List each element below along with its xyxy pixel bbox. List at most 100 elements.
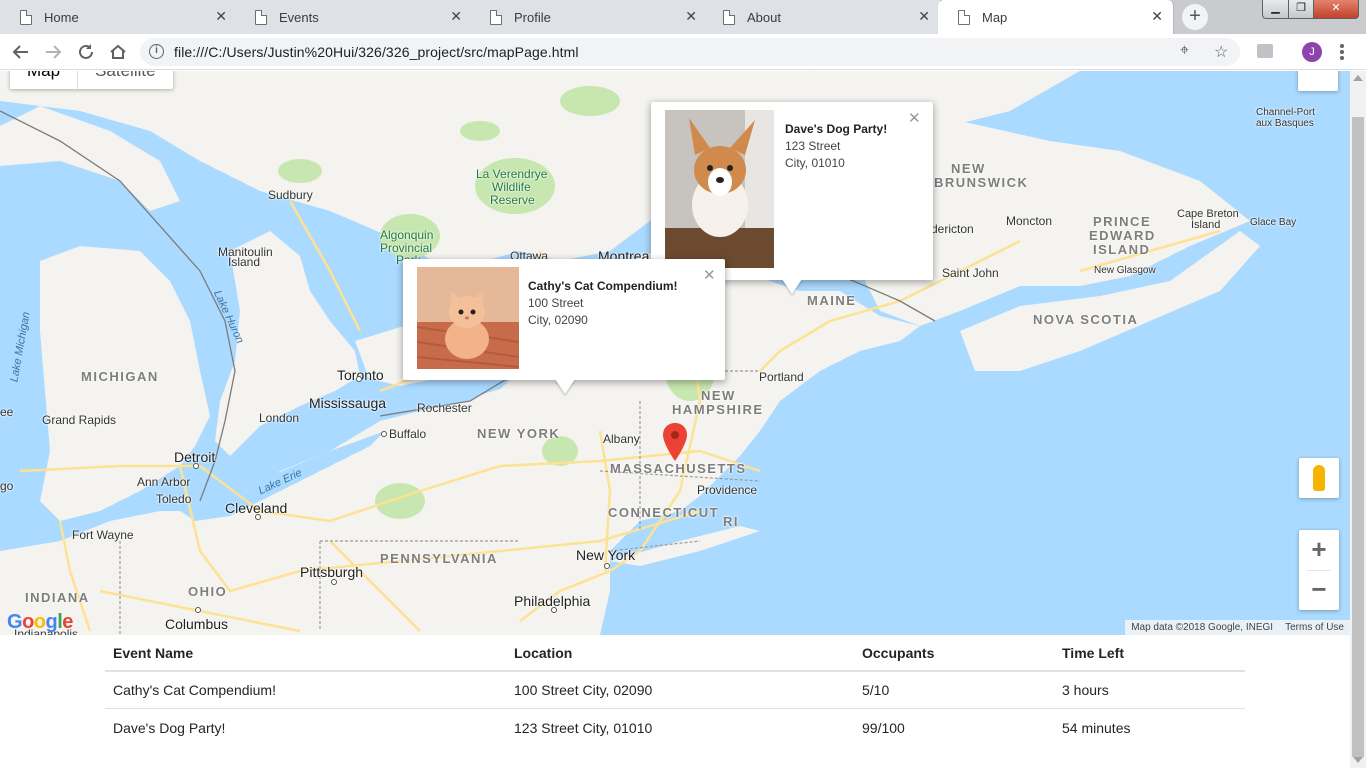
map-label-new-york: NEW YORK [477,426,561,441]
map-label-maine: MAINE [807,293,857,308]
tab-events[interactable]: Events ✕ [235,0,473,34]
attribution-text: Map data ©2018 Google, INEGI [1131,622,1274,633]
star-icon[interactable]: ☆ [1214,42,1228,62]
city-dot [356,376,362,382]
back-button[interactable] [8,39,34,65]
close-icon[interactable]: ✕ [215,8,227,25]
table-row[interactable]: Dave's Dog Party! 123 Street City, 01010… [105,709,1245,746]
three-dots-icon[interactable] [1340,44,1344,62]
map-label-fragment: go [0,479,14,493]
map-label-moncton: Moncton [1006,214,1053,228]
page-scrollbar[interactable] [1350,71,1366,768]
address-bar[interactable]: i file:///C:/Users/Justin%20Hui/326/326_… [140,38,1240,66]
info-window-city: City, 01010 [785,156,845,170]
map-type-map-button[interactable]: Map [10,71,79,89]
scrollbar-thumb[interactable] [1352,117,1364,757]
map-label-pei: ISLAND [1093,242,1151,257]
events-table: Event Name Location Occupants Time Left … [105,635,1245,746]
info-window-tail [555,379,575,394]
map-label-fragment: ee [0,405,14,419]
map-label-mississauga: Mississauga [309,395,387,411]
table-row[interactable]: Cathy's Cat Compendium! 100 Street City,… [105,672,1245,709]
close-icon[interactable]: ✕ [450,8,462,25]
city-dot [604,563,610,569]
tab-about[interactable]: About ✕ [703,0,941,34]
map-label-new-brunswick: BRUNSWICK [934,175,1029,190]
map-label-manitoulin: Island [228,255,261,269]
map-label-channel-port: Channel-Port [1256,107,1315,118]
map-label-saint-john: Saint John [942,266,999,280]
map-label-new-hampshire: NEW [701,388,736,403]
new-tab-button[interactable]: + [1182,4,1208,30]
map-label-fredericton: dericton [931,222,974,236]
cell-event-name: Cathy's Cat Compendium! [113,682,276,698]
arrow-left-icon [12,45,28,59]
map-label-ohio: OHIO [188,584,228,599]
map-label-pittsburgh: Pittsburgh [300,564,364,580]
map-label-nova-scotia: NOVA SCOTIA [1033,312,1139,327]
column-header-location: Location [514,644,573,661]
city-dot [551,607,557,613]
arrow-right-icon [46,45,62,59]
close-icon[interactable]: ✕ [1151,8,1163,25]
cell-event-name: Dave's Dog Party! [113,719,226,736]
zoom-out-button[interactable]: − [1299,570,1339,610]
tab-title: Map [982,9,1008,25]
map-label-ri: RI [723,514,739,529]
close-icon[interactable]: ✕ [918,8,930,25]
info-window-cathy: ✕ Cathy's Cat Compendium! 100 Street Cit… [403,259,725,394]
map-label-verendrye: La Verendrye [476,167,548,181]
info-window-title: Dave's Dog Party! [785,122,888,136]
map-label-pennsylvania: PENNSYLVANIA [380,551,498,566]
map-type-satellite-button[interactable]: Satellite [78,71,172,89]
tab-map[interactable]: Map ✕ [938,0,1174,34]
extension-icon[interactable] [1257,44,1273,58]
cell-location: 100 Street City, 02090 [514,682,653,698]
maximize-button[interactable]: ❐ [1288,0,1314,19]
minimize-button[interactable]: ▁ [1262,0,1289,19]
close-icon[interactable]: ✕ [685,8,697,25]
info-icon[interactable]: i [149,44,164,59]
tab-title: Events [279,9,319,25]
zoom-in-button[interactable]: + [1299,530,1339,570]
tab-title: Home [44,9,79,25]
map-label-providence: Providence [697,483,758,497]
window-close-button[interactable]: ✕ [1313,0,1359,19]
location-target-icon[interactable]: ⌖ [1180,42,1189,60]
reload-button[interactable] [73,39,99,65]
terms-of-use-link[interactable]: Terms of Use [1279,620,1350,635]
info-window-tail [782,279,802,294]
cell-time-left: 3 hours [1062,682,1109,698]
page-icon [958,9,970,25]
tab-profile[interactable]: Profile ✕ [470,0,708,34]
map-label-portland: Portland [759,370,804,384]
info-window-dave: ✕ Dave's Dog Party! 123 Street City, 010… [651,102,933,294]
map-canvas[interactable]: MICHIGAN OHIO INDIANA PENNSYLVANIA NEW Y… [0,71,1350,635]
home-button[interactable] [105,39,131,65]
close-icon[interactable]: ✕ [908,109,921,127]
zoom-control: + − [1299,530,1339,610]
close-icon[interactable]: ✕ [703,266,716,284]
fullscreen-button[interactable] [1298,71,1338,91]
column-header-occupants: Occupants [862,644,935,661]
map-label-buffalo: Buffalo [389,427,427,441]
map-label-grand-rapids: Grand Rapids [42,413,117,427]
scroll-down-arrow-icon[interactable] [1353,757,1363,763]
browser-toolbar: i file:///C:/Users/Justin%20Hui/326/326_… [0,34,1366,70]
page-icon [20,9,32,25]
map-label-toledo: Toledo [156,492,192,506]
browser-tab-strip: Home ✕ Events ✕ Profile ✕ About ✕ Map ✕ … [0,0,1366,34]
street-view-pegman-button[interactable] [1299,458,1339,498]
page-icon [255,9,267,25]
scroll-up-arrow-icon[interactable] [1353,75,1363,81]
map-label-albany: Albany [603,432,640,446]
url-text[interactable]: file:///C:/Users/Justin%20Hui/326/326_pr… [174,44,579,60]
tab-home[interactable]: Home ✕ [0,0,238,34]
forward-button[interactable] [40,39,66,65]
pegman-icon [1313,465,1325,491]
avatar[interactable]: J [1302,42,1322,62]
info-window-street: 123 Street [785,139,841,153]
map-label-channel-port: aux Basques [1256,118,1314,129]
map-label-cape-breton: Island [1191,219,1221,231]
map-marker-icon[interactable] [663,423,687,461]
